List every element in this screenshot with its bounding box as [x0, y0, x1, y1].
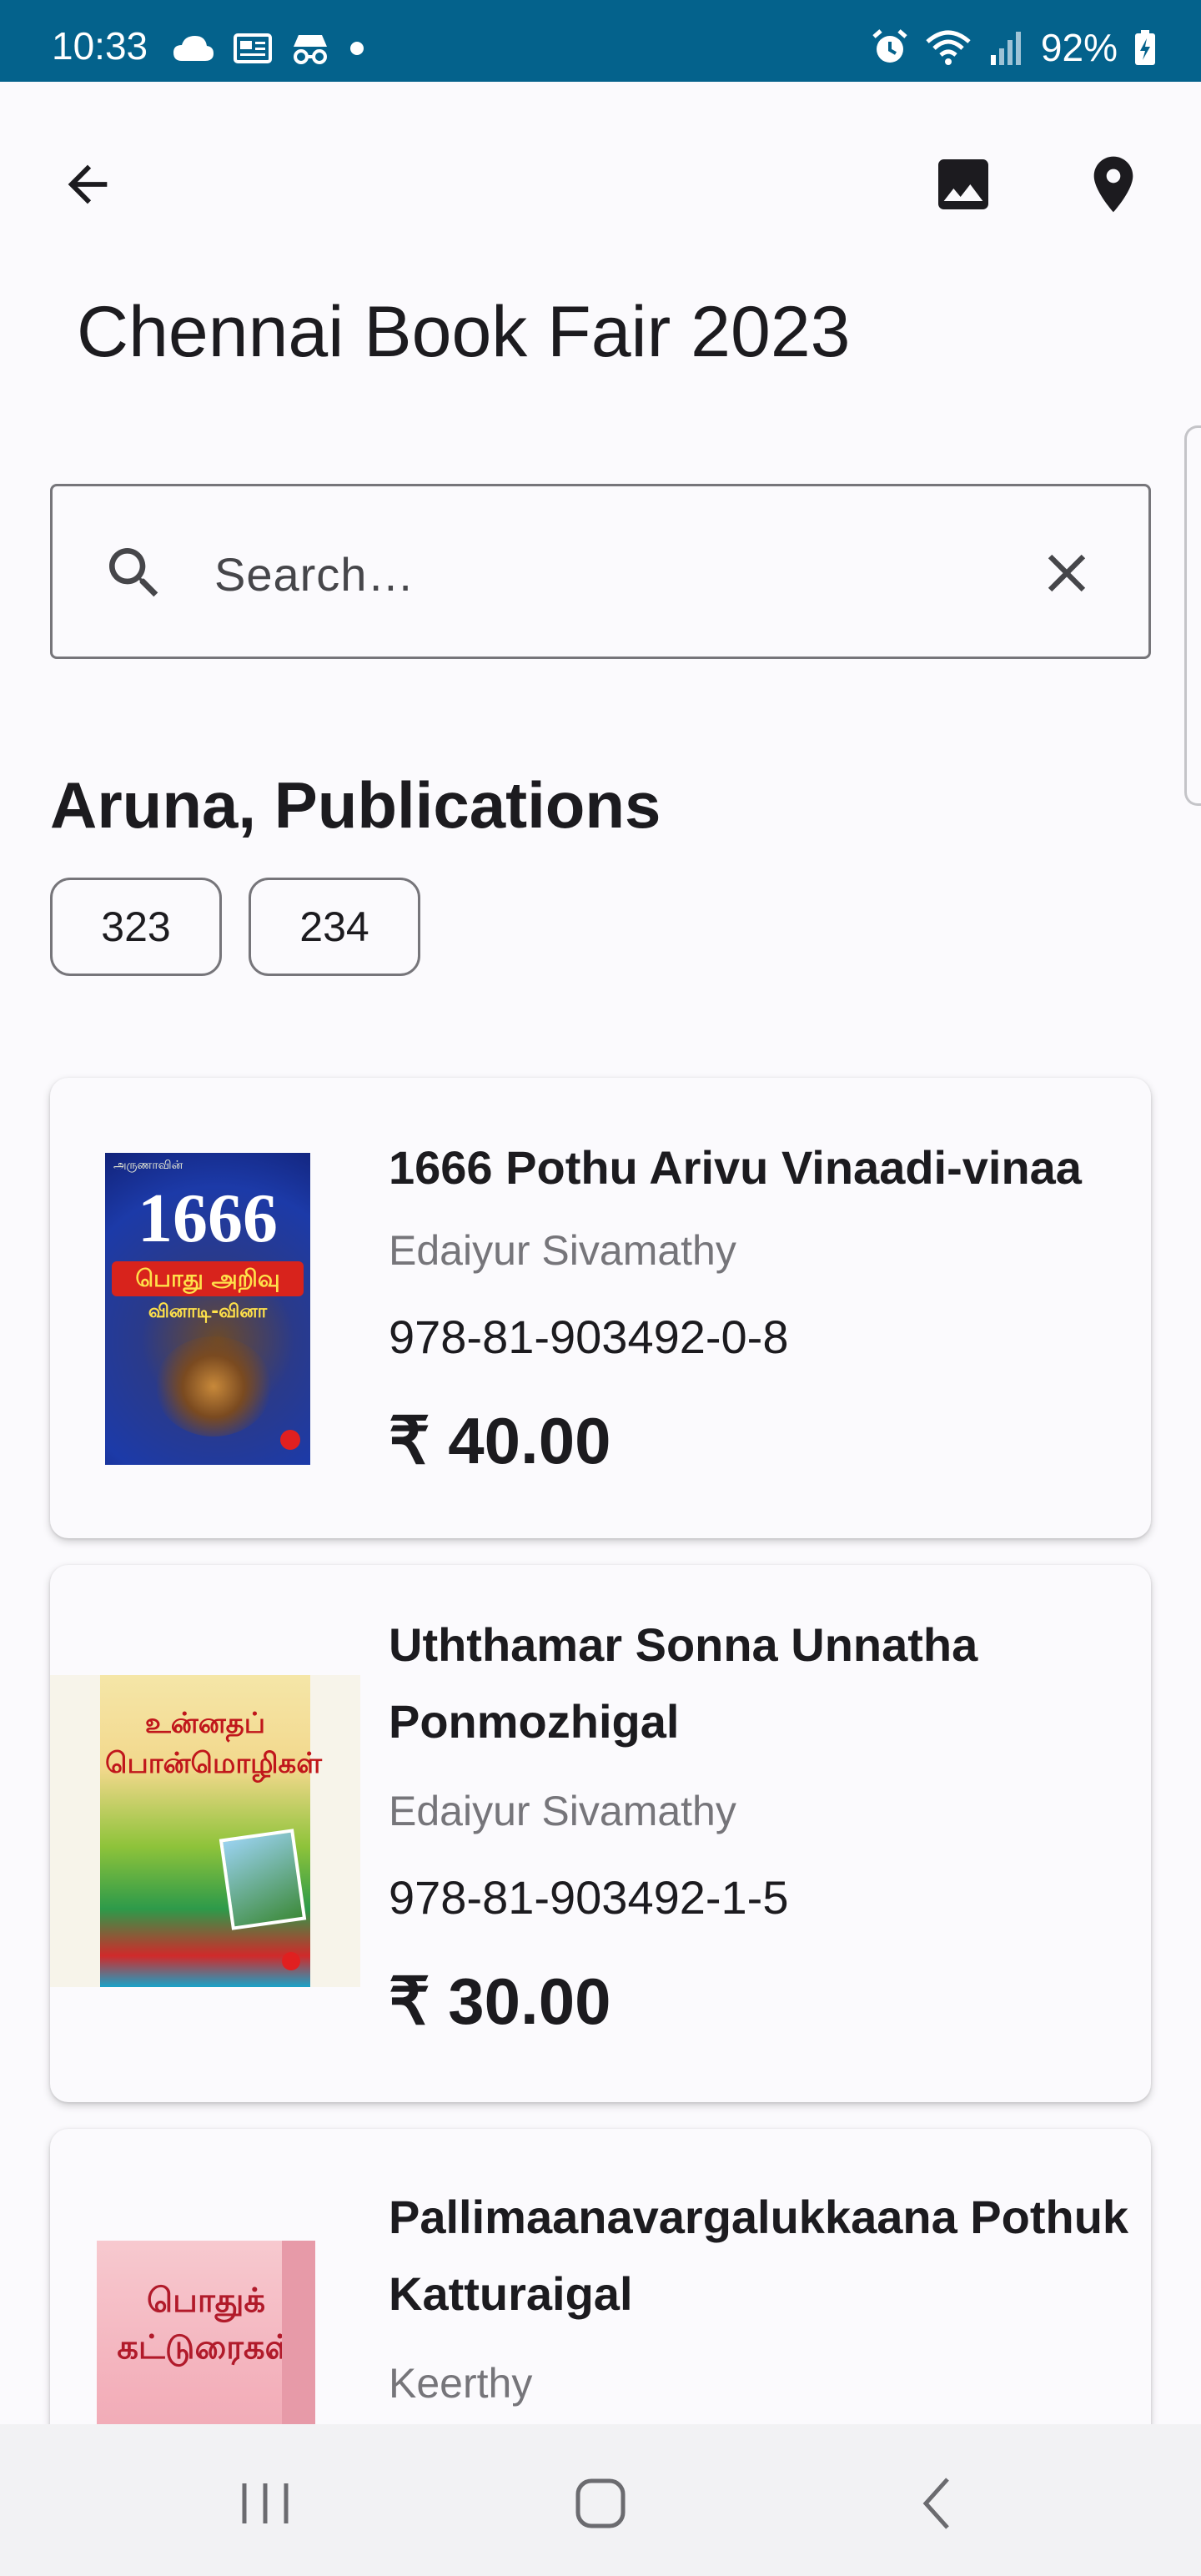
dot-icon: [350, 42, 364, 55]
stall-chips: 323 234: [50, 878, 420, 976]
publisher-name: Aruna, Publications: [50, 768, 661, 842]
search-bar[interactable]: [50, 484, 1151, 659]
status-time: 10:33: [52, 24, 148, 68]
book-title: Uththamar Sonna Unnatha Ponmozhigal: [389, 1618, 978, 1748]
battery-icon: [1135, 30, 1155, 65]
alarm-icon: [872, 29, 907, 63]
image-button[interactable]: [926, 147, 1001, 222]
recent-apps-button[interactable]: [215, 2458, 315, 2549]
home-button[interactable]: [550, 2458, 651, 2549]
book-isbn: 978-81-903492-1-5: [389, 1871, 789, 1924]
search-input[interactable]: [214, 528, 1048, 620]
book-cover-image: உன்னதப் பொன்மொழிகள்: [50, 1675, 360, 1987]
back-button[interactable]: [50, 147, 125, 222]
wifi-icon: [926, 30, 971, 65]
back-nav-button[interactable]: [887, 2458, 987, 2549]
book-card[interactable]: உன்னதப் பொன்மொழிகள் Uththamar Sonna Unna…: [50, 1565, 1151, 2102]
scroll-indicator[interactable]: [1184, 425, 1201, 806]
signal-icon: [990, 32, 1021, 65]
cover-subtitle: பொது அறிவு: [135, 1265, 280, 1292]
incognito-icon: [294, 35, 327, 64]
cover-title: பொதுக் கட்டுரைகள்: [117, 2282, 295, 2367]
cover-subtitle: வினாடி-வினா: [148, 1301, 268, 1322]
book-author: Edaiyur Sivamathy: [389, 1788, 736, 1834]
news-icon: [234, 33, 272, 63]
page-title: Chennai Book Fair 2023: [77, 292, 851, 372]
chevron-left-icon: [922, 2478, 949, 2529]
status-bar: 10:33 92%: [0, 0, 1201, 82]
arrow-back-icon: [68, 164, 108, 204]
close-icon[interactable]: [1027, 533, 1107, 613]
book-price: ₹ 30.00: [389, 1965, 611, 2038]
book-price: ₹ 40.00: [389, 1404, 611, 1477]
battery-percentage: 92%: [1040, 26, 1118, 69]
recent-apps-icon: [242, 2483, 289, 2523]
cover-title: உன்னதப் பொன்மொழிகள்: [105, 1707, 322, 1780]
book-cover-image: அருணாவின் 1666 பொது அறிவு வினாடி-வினா: [105, 1153, 310, 1465]
search-icon[interactable]: [94, 533, 174, 613]
book-author: Edaiyur Sivamathy: [389, 1227, 736, 1274]
system-navigation-bar: [0, 2424, 1201, 2576]
top-app-bar: [0, 82, 1201, 289]
book-title: 1666 Pothu Arivu Vinaadi-vinaa: [389, 1141, 1082, 1194]
book-card[interactable]: அருணாவின் 1666 பொது அறிவு வினாடி-வினா 16…: [50, 1078, 1151, 1538]
location-pin-icon: [1093, 156, 1133, 213]
book-isbn: 978-81-903492-0-8: [389, 1311, 789, 1363]
book-author: Keerthy: [389, 2360, 533, 2407]
location-button[interactable]: [1076, 147, 1151, 222]
stall-chip[interactable]: 323: [50, 878, 222, 976]
stall-chip[interactable]: 234: [249, 878, 420, 976]
home-icon: [575, 2478, 626, 2528]
cloud-icon: [173, 36, 214, 61]
image-icon: [938, 159, 988, 209]
cover-title: 1666: [138, 1180, 278, 1257]
book-title: Pallimaanavargalukkaana Pothuk Katturaig…: [389, 2191, 1129, 2320]
